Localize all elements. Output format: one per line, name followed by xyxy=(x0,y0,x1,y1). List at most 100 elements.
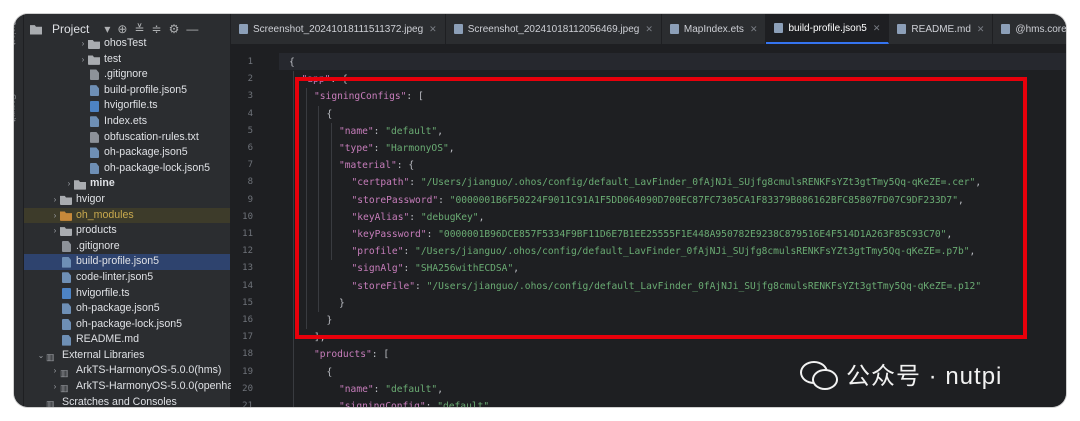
chevron-right-icon[interactable]: › xyxy=(50,363,60,379)
line-number: 3 xyxy=(247,91,253,102)
tree-item[interactable]: obfuscation-rules.txt xyxy=(24,130,230,146)
close-icon[interactable]: ✕ xyxy=(750,24,758,35)
file-icon xyxy=(62,272,71,284)
collapse-all-icon[interactable]: ≑ xyxy=(152,22,162,36)
tree-item[interactable]: › mine xyxy=(24,176,230,192)
code-line[interactable]: "keyAlias": "debugKey", xyxy=(352,209,485,226)
code-line[interactable]: "profile": "/Users/jianguo/.ohos/config/… xyxy=(352,243,976,260)
tree-item[interactable]: .gitignore xyxy=(24,67,230,83)
tree-item[interactable]: ⌄ ▥ External Libraries xyxy=(24,348,230,364)
json-string: "debugKey" xyxy=(420,211,479,223)
code-line[interactable]: { xyxy=(327,106,333,123)
tree-item[interactable]: code-linter.json5 xyxy=(24,270,230,286)
line-number: 5 xyxy=(247,125,253,136)
tree-item[interactable]: ▥ Scratches and Consoles xyxy=(24,395,230,407)
json-punctuation: : xyxy=(425,401,438,407)
chevron-right-icon[interactable]: › xyxy=(50,192,60,208)
close-icon[interactable]: ✕ xyxy=(429,24,437,35)
code-line[interactable]: "app": { xyxy=(302,71,348,88)
tree-item[interactable]: › hvigor xyxy=(24,192,230,208)
tree-item[interactable]: Index.ets xyxy=(24,114,230,130)
chevron-down-icon[interactable]: ▾ xyxy=(104,22,110,36)
tree-item[interactable]: build-profile.json5 xyxy=(24,254,230,270)
expand-all-icon[interactable]: ≚ xyxy=(134,22,144,36)
tree-item[interactable]: › ohosTest xyxy=(24,36,230,52)
code-line[interactable]: } xyxy=(327,312,333,329)
commit-tool-label[interactable]: Commit xyxy=(14,94,17,122)
locate-icon[interactable]: ⊕ xyxy=(117,22,127,36)
code-line[interactable]: "products": [ xyxy=(314,346,389,363)
code-line[interactable]: "material": { xyxy=(339,157,414,174)
json-punctuation: , xyxy=(975,177,982,189)
code-line[interactable]: { xyxy=(327,364,333,381)
ide-window: Project Commit Project ▾ ⊕ ≚ ≑ ⚙ — › ohos… xyxy=(14,14,1066,407)
json-punctuation: : xyxy=(438,194,450,206)
chevron-right-icon[interactable]: › xyxy=(50,208,60,224)
code-line[interactable]: "name": "default", xyxy=(339,123,443,140)
tree-item[interactable]: › test xyxy=(24,52,230,68)
code-line[interactable]: } xyxy=(339,295,345,312)
close-icon[interactable]: ✕ xyxy=(873,23,881,34)
indent-guide xyxy=(305,88,307,330)
tree-item[interactable]: hvigorfile.ts xyxy=(24,98,230,114)
code-line[interactable]: ], xyxy=(314,329,326,346)
code-line[interactable]: "signingConfig": "default", xyxy=(339,398,495,407)
chevron-right-icon[interactable]: ⌄ xyxy=(36,348,46,364)
tree-item-label: Scratches and Consoles xyxy=(62,395,177,407)
chevron-right-icon[interactable]: › xyxy=(78,36,88,52)
tree-item[interactable]: › products xyxy=(24,223,230,239)
code-line[interactable]: "signingConfigs": [ xyxy=(314,88,424,105)
line-number: 18 xyxy=(242,349,253,360)
tree-item[interactable]: hvigorfile.ts xyxy=(24,286,230,302)
code-line[interactable]: "name": "default", xyxy=(339,381,443,398)
json-punctuation: { xyxy=(289,57,295,68)
json-key: "storeFile" xyxy=(351,280,416,292)
code-line[interactable]: { xyxy=(289,54,295,71)
gear-icon[interactable]: ⚙ xyxy=(169,22,180,36)
editor-tab[interactable]: @hms.core.map.site.d.ts✕ xyxy=(993,14,1066,44)
code-line[interactable]: "storeFile": "/Users/jianguo/.ohos/confi… xyxy=(352,278,982,295)
editor-tab[interactable]: build-profile.json5 ✕ xyxy=(766,14,890,44)
editor-tab[interactable]: README.md ✕ xyxy=(889,14,994,44)
code-line[interactable]: "keyPassword": "0000001B96DCE857F5334F9B… xyxy=(352,226,953,243)
json-string: "default" xyxy=(437,401,490,407)
json-punctuation: : xyxy=(403,263,416,275)
project-tool-label[interactable]: Project xyxy=(14,20,17,45)
line-number: 17 xyxy=(242,332,253,343)
code-line[interactable]: "storePassword": "0000001B6F50224F9011C9… xyxy=(352,192,964,209)
json-string: "0000001B6F50224F9011C91A1F5DD064090D700… xyxy=(449,194,958,206)
library-icon: ▥ xyxy=(60,367,69,378)
close-icon[interactable]: ✕ xyxy=(977,24,985,35)
code-line[interactable]: "type": "HarmonyOS", xyxy=(339,140,455,157)
json-string: "/Users/jianguo/.ohos/config/default_Lav… xyxy=(420,177,976,189)
editor-tab[interactable]: Screenshot_20241018112056469.jpeg ✕ xyxy=(446,14,662,44)
editor-tab[interactable]: Screenshot_20241018111511372.jpeg ✕ xyxy=(231,14,446,44)
tree-item[interactable]: oh-package-lock.json5 xyxy=(24,317,230,333)
json-string: "default" xyxy=(385,383,438,395)
tree-item[interactable]: oh-package.json5 xyxy=(24,145,230,161)
line-number: 2 xyxy=(247,74,253,85)
code-editor[interactable]: 1 2 3 4 5 6 7 8 9 10 11 12 13 14 15 16 17 18 19 20 21 {"app"… xyxy=(231,45,1066,407)
editor-tab[interactable]: MapIndex.ets ✕ xyxy=(662,14,767,44)
tree-item[interactable]: › oh_modules xyxy=(24,207,230,224)
minimize-icon[interactable]: — xyxy=(186,22,198,36)
chevron-right-icon[interactable]: › xyxy=(50,223,60,239)
json-key: "signAlg" xyxy=(351,263,404,275)
code-line[interactable]: "signAlg": "SHA256withECDSA", xyxy=(352,260,520,277)
chevron-right-icon[interactable]: › xyxy=(64,176,74,192)
json-string: "default" xyxy=(385,125,438,137)
code-area[interactable]: {"app": {"signingConfigs": [{"name": "de… xyxy=(279,45,1066,407)
tree-item[interactable]: oh-package.json5 xyxy=(24,301,230,317)
chevron-right-icon[interactable]: › xyxy=(50,379,60,395)
tree-item[interactable]: build-profile.json5 xyxy=(24,83,230,99)
tree-item[interactable]: › ▥ ArkTS-HarmonyOS-5.0.0(hms) xyxy=(24,363,230,379)
tree-item[interactable]: oh-package-lock.json5 xyxy=(24,161,230,177)
tree-item[interactable]: README.md xyxy=(24,332,230,348)
project-panel-title[interactable]: Project xyxy=(52,22,89,36)
code-line[interactable]: "certpath": "/Users/jianguo/.ohos/config… xyxy=(352,174,982,191)
line-number: 15 xyxy=(242,297,253,308)
tree-item[interactable]: › ▥ ArkTS-HarmonyOS-5.0.0(openha xyxy=(24,379,234,395)
chevron-right-icon[interactable]: › xyxy=(78,52,88,68)
tree-item[interactable]: .gitignore xyxy=(24,239,230,255)
close-icon[interactable]: ✕ xyxy=(645,24,653,35)
